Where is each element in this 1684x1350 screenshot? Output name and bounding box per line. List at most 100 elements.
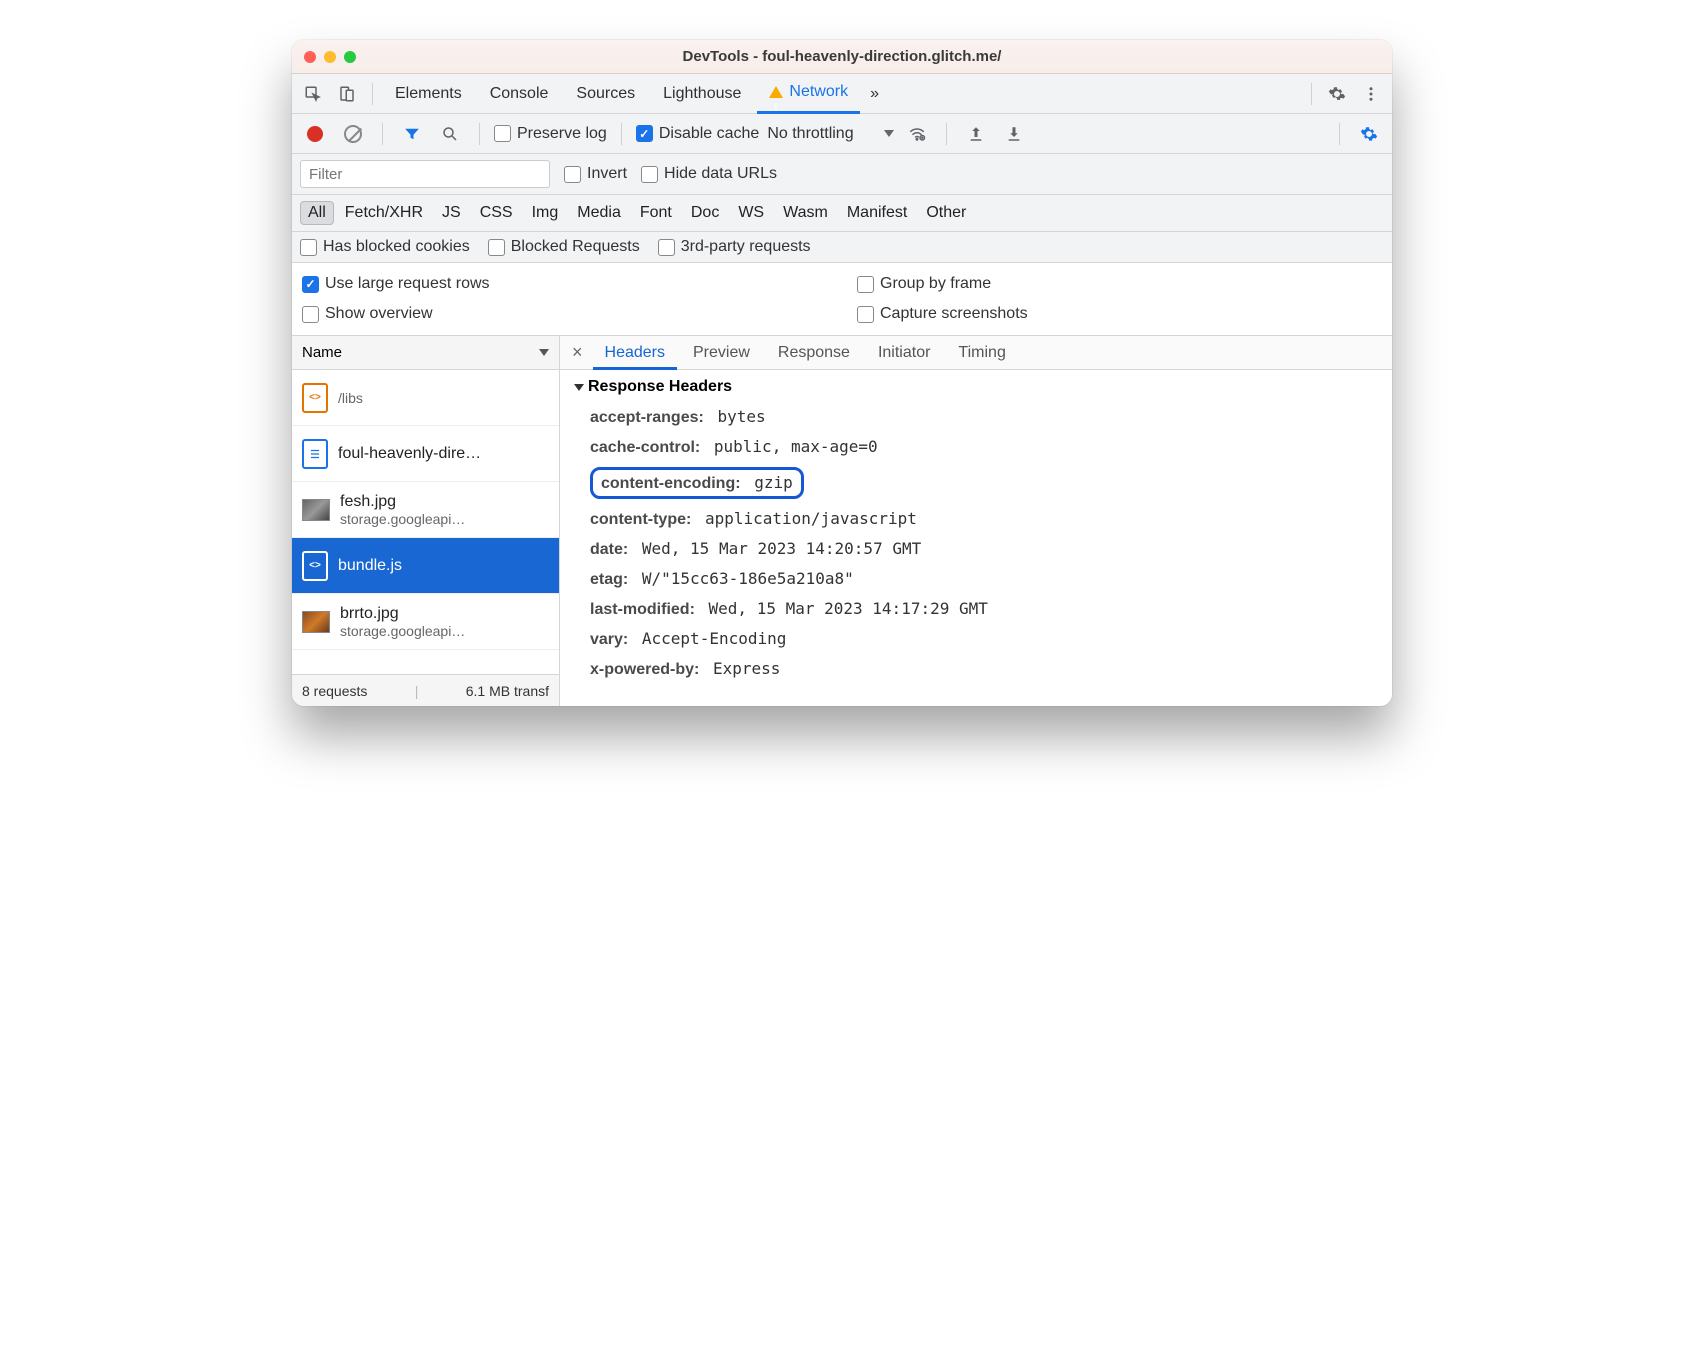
type-all[interactable]: All: [300, 201, 334, 225]
tab-lighthouse[interactable]: Lighthouse: [651, 74, 753, 114]
separator: [1311, 83, 1312, 105]
checkbox-box: [302, 276, 319, 293]
tab-sources[interactable]: Sources: [564, 74, 647, 114]
type-manifest[interactable]: Manifest: [839, 201, 915, 225]
checkbox-box: [857, 276, 874, 293]
type-js[interactable]: JS: [434, 201, 469, 225]
search-icon[interactable]: [435, 119, 465, 149]
request-row[interactable]: foul-heavenly-dire…: [292, 426, 559, 482]
blocked-cookies-label: Has blocked cookies: [323, 238, 470, 256]
request-list-panel: Name <> /libs foul-heavenly-dire: [292, 336, 560, 706]
capture-screenshots-checkbox[interactable]: Capture screenshots: [857, 305, 1382, 323]
chevron-down-icon: [884, 130, 894, 137]
tab-network[interactable]: Network: [757, 74, 860, 114]
checkbox-box: [658, 239, 675, 256]
type-img[interactable]: Img: [524, 201, 567, 225]
detail-tab-initiator[interactable]: Initiator: [866, 336, 942, 370]
script-file-icon: <>: [302, 383, 328, 413]
header-value: application/javascript: [705, 509, 917, 528]
large-rows-checkbox[interactable]: Use large request rows: [302, 275, 827, 293]
window-close-button[interactable]: [304, 51, 316, 63]
disable-cache-checkbox[interactable]: Disable cache: [636, 125, 760, 143]
request-secondary: storage.googleapi…: [340, 623, 465, 639]
more-tabs-button[interactable]: »: [864, 74, 885, 114]
close-details-icon[interactable]: ×: [566, 342, 589, 363]
blocked-requests-checkbox[interactable]: Blocked Requests: [488, 238, 640, 256]
sort-indicator-icon: [539, 349, 549, 356]
filter-row: Invert Hide data URLs: [292, 154, 1392, 195]
invert-checkbox[interactable]: Invert: [564, 165, 627, 183]
filter-toggle-icon[interactable]: [397, 119, 427, 149]
type-font[interactable]: Font: [632, 201, 680, 225]
separator: [382, 123, 383, 145]
request-secondary: storage.googleapi…: [340, 511, 465, 527]
detail-tab-timing[interactable]: Timing: [946, 336, 1017, 370]
hide-data-urls-checkbox[interactable]: Hide data URLs: [641, 165, 777, 183]
download-har-icon[interactable]: [999, 119, 1029, 149]
response-headers-section[interactable]: Response Headers: [574, 378, 1378, 396]
headers-body: Response Headers accept-ranges: bytes ca…: [560, 370, 1392, 706]
throttling-select[interactable]: No throttling: [767, 125, 893, 143]
detail-tab-preview[interactable]: Preview: [681, 336, 762, 370]
detail-tabs: × Headers Preview Response Initiator Tim…: [560, 336, 1392, 370]
type-doc[interactable]: Doc: [683, 201, 727, 225]
request-row-selected[interactable]: <> bundle.js: [292, 538, 559, 594]
header-value: Wed, 15 Mar 2023 14:17:29 GMT: [709, 599, 988, 618]
status-requests: 8 requests: [302, 683, 367, 699]
group-by-frame-label: Group by frame: [880, 275, 991, 293]
tab-console[interactable]: Console: [478, 74, 561, 114]
record-button[interactable]: [300, 119, 330, 149]
header-line: last-modified: Wed, 15 Mar 2023 14:17:29…: [574, 594, 1378, 624]
network-conditions-icon[interactable]: [902, 119, 932, 149]
image-thumb-icon: [302, 611, 330, 633]
checkbox-box: [641, 166, 658, 183]
name-column-header[interactable]: Name: [292, 336, 559, 370]
hide-data-urls-label: Hide data URLs: [664, 165, 777, 183]
preserve-log-checkbox[interactable]: Preserve log: [494, 125, 607, 143]
device-toolbar-icon[interactable]: [332, 79, 362, 109]
type-other[interactable]: Other: [918, 201, 974, 225]
header-line: etag: W/"15cc63-186e5a210a8": [574, 564, 1378, 594]
header-name: content-encoding:: [601, 475, 741, 492]
header-value: Accept-Encoding: [642, 629, 787, 648]
network-settings-gear-icon[interactable]: [1354, 119, 1384, 149]
tab-elements[interactable]: Elements: [383, 74, 474, 114]
main-split: Name <> /libs foul-heavenly-dire: [292, 336, 1392, 706]
name-column-label: Name: [302, 344, 342, 361]
settings-gear-icon[interactable]: [1322, 79, 1352, 109]
type-css[interactable]: CSS: [472, 201, 521, 225]
inspect-element-icon[interactable]: [298, 79, 328, 109]
request-list: <> /libs foul-heavenly-dire…: [292, 370, 559, 674]
type-fetchxhr[interactable]: Fetch/XHR: [337, 201, 431, 225]
type-wasm[interactable]: Wasm: [775, 201, 836, 225]
detail-tab-headers[interactable]: Headers: [593, 336, 677, 370]
type-media[interactable]: Media: [569, 201, 629, 225]
request-row[interactable]: fesh.jpg storage.googleapi…: [292, 482, 559, 538]
upload-har-icon[interactable]: [961, 119, 991, 149]
filter-input[interactable]: [300, 160, 550, 188]
clear-button[interactable]: [338, 119, 368, 149]
document-file-icon: [302, 439, 328, 469]
request-row[interactable]: brrto.jpg storage.googleapi…: [292, 594, 559, 650]
request-primary: foul-heavenly-dire…: [338, 445, 481, 463]
blocked-cookies-checkbox[interactable]: Has blocked cookies: [300, 238, 470, 256]
type-ws[interactable]: WS: [730, 201, 772, 225]
detail-tab-response[interactable]: Response: [766, 336, 862, 370]
header-line: accept-ranges: bytes: [574, 402, 1378, 432]
header-value: Wed, 15 Mar 2023 14:20:57 GMT: [642, 539, 921, 558]
window-zoom-button[interactable]: [344, 51, 356, 63]
checkbox-box: [857, 306, 874, 323]
group-by-frame-checkbox[interactable]: Group by frame: [857, 275, 1382, 293]
show-overview-checkbox[interactable]: Show overview: [302, 305, 827, 323]
checkbox-box: [494, 125, 511, 142]
collapse-triangle-icon: [574, 384, 584, 391]
third-party-checkbox[interactable]: 3rd-party requests: [658, 238, 811, 256]
titlebar: DevTools - foul-heavenly-direction.glitc…: [292, 40, 1392, 74]
kebab-menu-icon[interactable]: [1356, 79, 1386, 109]
header-name: x-powered-by:: [590, 661, 699, 678]
header-value: bytes: [717, 407, 765, 426]
request-row[interactable]: <> /libs: [292, 370, 559, 426]
checkbox-box: [488, 239, 505, 256]
panel-tabs: Elements Console Sources Lighthouse Netw…: [292, 74, 1392, 114]
window-minimize-button[interactable]: [324, 51, 336, 63]
